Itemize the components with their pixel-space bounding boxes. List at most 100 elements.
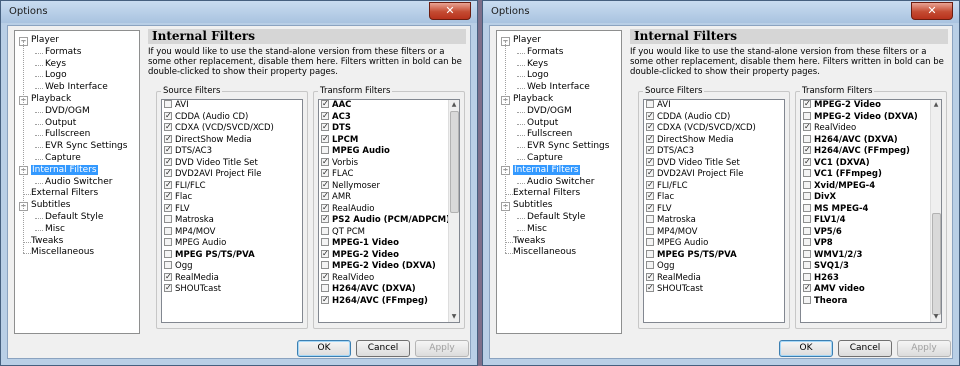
filter-item[interactable]: DVD2AVI Project File — [644, 167, 784, 181]
filter-item[interactable]: Ogg — [162, 261, 302, 273]
filter-checkbox[interactable] — [321, 121, 329, 133]
filter-checkbox[interactable] — [321, 202, 329, 213]
tree-item[interactable]: Playback — [513, 94, 553, 105]
filter-item[interactable]: Ogg — [644, 261, 784, 273]
filter-item[interactable]: DirectShow Media — [644, 133, 784, 147]
filter-item[interactable]: MP4/MOV — [644, 226, 784, 239]
filter-item[interactable]: DTS — [319, 121, 448, 135]
tree-item[interactable]: Player — [513, 35, 541, 46]
filter-checkbox[interactable] — [164, 110, 172, 121]
tree-item[interactable]: Default Style — [45, 212, 103, 223]
tree-item[interactable]: DVD/OGM — [527, 106, 572, 117]
tree-item[interactable]: Keys — [527, 59, 548, 70]
tree-item[interactable]: Audio Switcher — [527, 177, 594, 188]
filter-item[interactable]: SHOUTcast — [162, 282, 302, 296]
filter-item[interactable]: H264/AVC (FFmpeg) — [801, 144, 930, 158]
filter-checkbox[interactable] — [646, 202, 654, 213]
filter-item[interactable]: DVD2AVI Project File — [162, 167, 302, 181]
filter-checkbox[interactable] — [803, 180, 811, 189]
tree-item[interactable]: EVR Sync Settings — [45, 141, 127, 152]
filter-item[interactable]: FLV — [644, 202, 784, 216]
source-filters-list[interactable]: AVICDDA (Audio CD)CDXA (VCD/SVCD/XCD)Dir… — [643, 99, 785, 323]
transform-filters-list[interactable]: AACAC3DTSLPCMMPEG AudioVorbisFLACNellymo… — [318, 99, 460, 323]
filter-item[interactable]: VP8 — [801, 238, 930, 250]
scroll-down-icon[interactable]: ▼ — [449, 312, 459, 322]
tree-item[interactable]: Internal Filters — [31, 164, 98, 176]
tree-item[interactable]: Audio Switcher — [45, 177, 112, 188]
apply-button[interactable]: Apply — [897, 340, 951, 357]
filter-item[interactable]: RealAudio — [319, 202, 448, 216]
filter-item[interactable]: CDXA (VCD/SVCD/XCD) — [162, 121, 302, 135]
filter-item[interactable]: FLI/FLC — [644, 179, 784, 193]
filter-checkbox[interactable] — [803, 261, 811, 269]
filter-checkbox[interactable] — [321, 100, 329, 110]
filter-item[interactable]: H263 — [801, 272, 930, 285]
filter-checkbox[interactable] — [646, 226, 654, 235]
tree-item[interactable]: External Filters — [31, 188, 98, 199]
filter-checkbox[interactable] — [646, 261, 654, 269]
tree-item[interactable]: Capture — [45, 153, 81, 164]
filter-item[interactable]: VP5/6 — [801, 226, 930, 239]
filter-checkbox[interactable] — [646, 110, 654, 121]
filter-checkbox[interactable] — [321, 226, 329, 235]
source-filters-list[interactable]: AVICDDA (Audio CD)CDXA (VCD/SVCD/XCD)Dir… — [161, 99, 303, 323]
title-bar[interactable]: Options ✕ — [1, 1, 477, 23]
filter-checkbox[interactable] — [803, 169, 811, 177]
filter-item[interactable]: MPEG-2 Video (DXVA) — [319, 261, 448, 273]
filter-checkbox[interactable] — [321, 110, 329, 121]
filter-checkbox[interactable] — [321, 213, 329, 225]
tree-item[interactable]: Subtitles — [31, 200, 70, 211]
scroll-thumb[interactable] — [932, 213, 941, 315]
filter-item[interactable]: Theora — [801, 295, 930, 308]
filter-item[interactable]: FLV — [162, 202, 302, 216]
filter-checkbox[interactable] — [321, 156, 329, 167]
filter-item[interactable]: Flac — [644, 190, 784, 204]
filter-checkbox[interactable] — [803, 272, 811, 281]
filter-checkbox[interactable] — [164, 215, 172, 223]
filter-checkbox[interactable] — [164, 271, 172, 282]
vertical-scrollbar[interactable]: ▲ ▼ — [448, 100, 459, 322]
filter-checkbox[interactable] — [646, 238, 654, 246]
filter-item[interactable]: MPEG Audio — [644, 238, 784, 250]
filter-item[interactable]: Nellymoser — [319, 179, 448, 193]
filter-checkbox[interactable] — [646, 271, 654, 282]
tree-item[interactable]: Miscellaneous — [513, 247, 576, 258]
filter-checkbox[interactable] — [164, 261, 172, 269]
filter-checkbox[interactable] — [803, 100, 811, 110]
close-button[interactable]: ✕ — [911, 2, 953, 20]
filter-checkbox[interactable] — [164, 144, 172, 156]
filter-item[interactable]: MPEG-1 Video — [319, 238, 448, 250]
filter-checkbox[interactable] — [803, 203, 811, 212]
filter-checkbox[interactable] — [646, 215, 654, 223]
filter-item[interactable]: AC3 — [319, 110, 448, 124]
transform-filters-list[interactable]: MPEG-2 VideoMPEG-2 Video (DXVA)RealVideo… — [800, 99, 942, 323]
filter-checkbox[interactable] — [646, 133, 654, 144]
tree-item[interactable]: Default Style — [527, 212, 585, 223]
filter-item[interactable]: H264/AVC (FFmpeg) — [319, 294, 448, 308]
filter-item[interactable]: VC1 (FFmpeg) — [801, 169, 930, 181]
filter-checkbox[interactable] — [646, 167, 654, 179]
filter-item[interactable]: Xvid/MPEG-4 — [801, 180, 930, 193]
filter-checkbox[interactable] — [646, 121, 654, 133]
filter-item[interactable]: FLAC — [319, 167, 448, 181]
filter-item[interactable]: MS MPEG-4 — [801, 203, 930, 216]
filter-checkbox[interactable] — [646, 282, 654, 294]
filter-item[interactable]: AVI — [162, 100, 302, 112]
filter-item[interactable]: DVD Video Title Set — [162, 156, 302, 170]
filter-item[interactable]: Matroska — [162, 215, 302, 227]
filter-checkbox[interactable] — [803, 111, 811, 120]
filter-item[interactable]: SHOUTcast — [644, 282, 784, 296]
filter-checkbox[interactable] — [321, 133, 329, 144]
tree-item[interactable]: Fullscreen — [45, 129, 90, 140]
tree-item[interactable]: Playback — [31, 94, 71, 105]
filter-checkbox[interactable] — [321, 167, 329, 179]
filter-checkbox[interactable] — [803, 156, 811, 167]
filter-item[interactable]: CDXA (VCD/SVCD/XCD) — [644, 121, 784, 135]
filter-item[interactable]: CDDA (Audio CD) — [162, 110, 302, 124]
apply-button[interactable]: Apply — [415, 340, 469, 357]
filter-checkbox[interactable] — [803, 215, 811, 223]
filter-item[interactable]: PS2 Audio (PCM/ADPCM) — [319, 213, 450, 227]
filter-checkbox[interactable] — [803, 238, 811, 246]
filter-checkbox[interactable] — [321, 284, 329, 292]
filter-checkbox[interactable] — [321, 238, 329, 246]
